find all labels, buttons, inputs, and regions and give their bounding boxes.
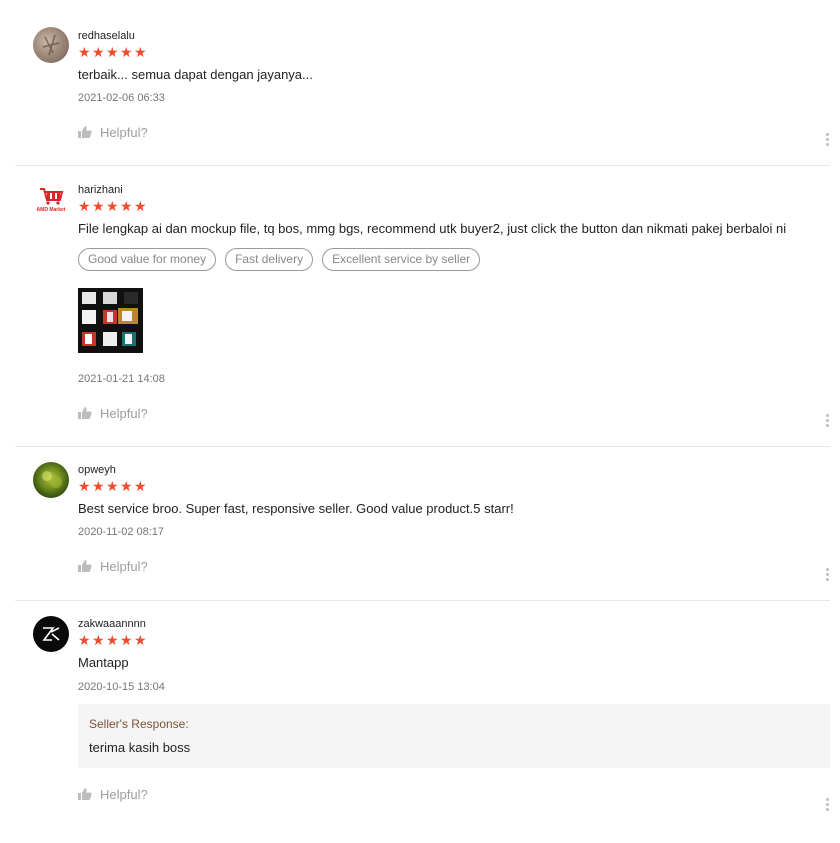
avatar[interactable]: AMD Market (33, 186, 69, 222)
star-icon: ★ (92, 478, 105, 494)
rating-stars: ★ ★ ★ ★ ★ (78, 45, 830, 59)
star-icon: ★ (120, 632, 133, 648)
logo-text: AMD Market (37, 207, 66, 213)
helpful-label: Helpful? (100, 558, 148, 574)
username[interactable]: zakwaaannnn (78, 618, 830, 630)
seller-response-title: Seller's Response: (89, 717, 189, 731)
review-date: 2020-10-15 13:04 (78, 681, 165, 693)
helpful-button[interactable]: Helpful? (78, 558, 830, 574)
username[interactable]: redhaselalu (78, 30, 830, 42)
review-photo-thumbnail[interactable] (78, 288, 143, 353)
review-item: AMD Market harizhani ★ ★ ★ ★ ★ File leng… (15, 166, 830, 447)
helpful-label: Helpful? (100, 405, 148, 421)
review-tag: Good value for money (78, 248, 217, 271)
helpful-button[interactable]: Helpful? (78, 786, 830, 802)
thumbs-up-icon (78, 788, 92, 800)
more-vertical-icon[interactable] (826, 568, 830, 581)
review-comment: terbaik... semua dapat dengan jayanya... (78, 67, 313, 82)
review-tag: Fast delivery (225, 248, 314, 271)
review-item: redhaselalu ★ ★ ★ ★ ★ terbaik... semua d… (15, 0, 830, 166)
star-icon: ★ (78, 478, 91, 494)
review-photo (78, 288, 143, 353)
star-icon: ★ (78, 198, 91, 214)
review-date: 2021-02-06 06:33 (78, 92, 165, 104)
helpful-label: Helpful? (100, 786, 148, 802)
review-tag: Excellent service by seller (322, 248, 481, 271)
star-icon: ★ (106, 44, 119, 60)
thumbs-up-icon (78, 126, 92, 138)
star-icon: ★ (106, 478, 119, 494)
star-icon: ★ (120, 478, 133, 494)
star-icon: ★ (92, 198, 105, 214)
review-date: 2020-11-02 08:17 (78, 526, 165, 538)
star-icon: ★ (106, 198, 119, 214)
seller-response-text: terima kasih boss (89, 740, 191, 755)
cart-logo-icon: AMD Market (37, 188, 66, 213)
review-item: zakwaaannnn ★ ★ ★ ★ ★ Mantapp 2020-10-15… (15, 601, 830, 843)
helpful-button[interactable]: Helpful? (78, 124, 830, 140)
review-tags: Good value for money Fast delivery Excel… (78, 248, 830, 271)
thumbs-up-icon (78, 560, 92, 572)
star-icon: ★ (78, 44, 91, 60)
thumbs-up-icon (78, 407, 92, 419)
avatar[interactable] (33, 616, 69, 652)
avatar[interactable] (33, 27, 69, 63)
username[interactable]: harizhani (78, 184, 830, 196)
avatar-photo (42, 471, 62, 488)
rating-stars: ★ ★ ★ ★ ★ (78, 633, 830, 647)
helpful-button[interactable]: Helpful? (78, 405, 830, 421)
more-vertical-icon[interactable] (826, 798, 830, 811)
seller-response: Seller's Response: terima kasih boss (78, 704, 830, 768)
review-comment: Mantapp (78, 655, 129, 670)
review-comment: File lengkap ai dan mockup file, tq bos,… (78, 221, 787, 236)
more-vertical-icon[interactable] (826, 414, 830, 427)
star-icon: ★ (92, 632, 105, 648)
zk-logo-icon (42, 627, 60, 641)
star-icon: ★ (106, 632, 119, 648)
star-icon: ★ (78, 632, 91, 648)
star-icon: ★ (134, 632, 147, 648)
avatar-photo (42, 34, 60, 56)
rating-stars: ★ ★ ★ ★ ★ (78, 479, 830, 493)
username[interactable]: opweyh (78, 464, 830, 476)
review-item: opweyh ★ ★ ★ ★ ★ Best service broo. Supe… (15, 447, 830, 601)
avatar[interactable] (33, 462, 69, 498)
star-icon: ★ (134, 478, 147, 494)
review-comment: Best service broo. Super fast, responsiv… (78, 501, 514, 516)
star-icon: ★ (92, 44, 105, 60)
review-date: 2021-01-21 14:08 (78, 373, 165, 385)
star-icon: ★ (134, 198, 147, 214)
star-icon: ★ (134, 44, 147, 60)
star-icon: ★ (120, 44, 133, 60)
helpful-label: Helpful? (100, 124, 148, 140)
star-icon: ★ (120, 198, 133, 214)
rating-stars: ★ ★ ★ ★ ★ (78, 199, 830, 213)
more-vertical-icon[interactable] (826, 133, 830, 146)
